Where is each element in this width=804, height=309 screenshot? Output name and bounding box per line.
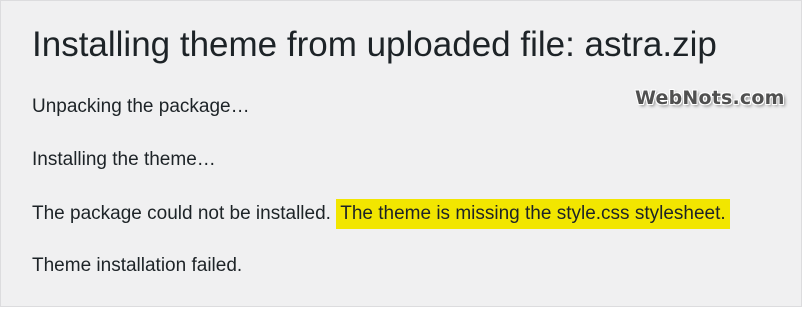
error-message-prefix: The package could not be installed. xyxy=(32,203,331,224)
log-failed: Theme installation failed. xyxy=(32,255,243,276)
log-error: The package could not be installed. The … xyxy=(32,199,730,229)
page-title: Installing theme from uploaded file: ast… xyxy=(32,25,717,64)
install-panel: Installing theme from uploaded file: ast… xyxy=(0,0,802,307)
log-unpacking: Unpacking the package… xyxy=(32,96,250,117)
watermark-logo: WebNots.com xyxy=(635,87,785,109)
error-message-detail: The theme is missing the style.css style… xyxy=(336,199,730,229)
log-installing: Installing the theme… xyxy=(32,149,216,170)
